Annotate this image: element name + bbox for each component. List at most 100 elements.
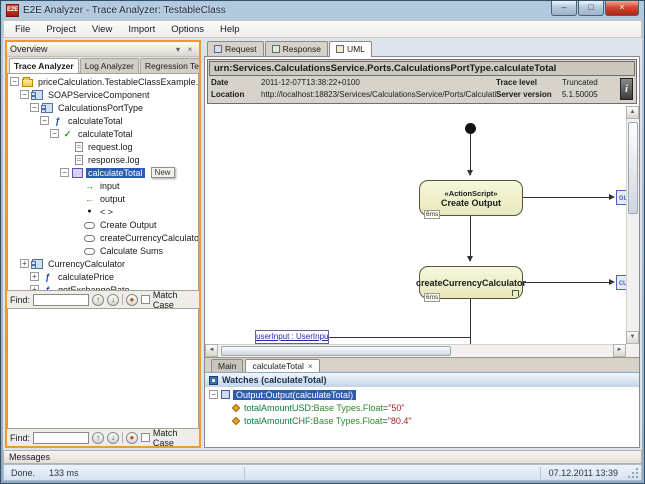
tree-item[interactable]: + CurrencyCalculator — [8, 257, 198, 270]
panel-menu-icon[interactable]: ▾ — [172, 45, 184, 54]
menu-import[interactable]: Import — [121, 23, 162, 36]
tree-item-label: output — [98, 194, 127, 204]
tree-item[interactable]: ← output — [8, 192, 198, 205]
tab-uml-label: UML — [347, 44, 365, 54]
menu-help[interactable]: Help — [213, 23, 247, 36]
status-time-text: 133 ms — [49, 468, 79, 478]
vertical-scrollbar[interactable]: ▲ ▼ — [626, 106, 639, 344]
scroll-down-icon[interactable]: ▼ — [626, 331, 639, 344]
tree-item[interactable]: − ✓ calculateTotal — [8, 127, 198, 140]
menu-options[interactable]: Options — [164, 23, 211, 36]
find-bar-bottom: Find: ↑ ↓ ● Match Case — [7, 429, 199, 446]
folder-icon — [22, 79, 33, 87]
tree-item-selected[interactable]: − calculateTotal New — [8, 166, 198, 179]
find-input[interactable] — [33, 294, 89, 306]
match-case-checkbox[interactable] — [141, 433, 150, 442]
find-next-button[interactable]: ↓ — [107, 432, 119, 444]
scroll-left-icon[interactable]: ◄ — [205, 344, 218, 357]
find-prev-button[interactable]: ↑ — [92, 432, 104, 444]
tree-item[interactable]: + ƒ calculatePrice — [8, 270, 198, 283]
tab-response[interactable]: Response — [265, 41, 328, 56]
tree-item[interactable]: Create Output — [8, 218, 198, 231]
tree-item-label: Calculate Sums — [98, 246, 165, 256]
highlight-all-button[interactable]: ● — [126, 294, 138, 306]
expander-icon[interactable]: − — [10, 77, 19, 86]
tree-item-label: input — [98, 181, 122, 191]
overview-secondary-area[interactable] — [7, 308, 199, 429]
close-tab-icon[interactable]: × — [308, 362, 313, 371]
scroll-right-icon[interactable]: ► — [613, 344, 626, 357]
expander-icon[interactable]: − — [60, 168, 69, 177]
output-arrow-icon: ← — [84, 194, 95, 204]
menu-project[interactable]: Project — [39, 23, 83, 36]
input-arrow-icon: → — [84, 181, 95, 191]
tab-regression-tests[interactable]: Regression Tests — [140, 58, 201, 73]
trace-tree[interactable]: − priceCalculation.TestableClassExample.… — [7, 73, 199, 291]
activity-node-create-output[interactable]: «ActionScript» Create Output 6ms — [419, 180, 523, 216]
tree-item[interactable]: − ƒ calculateTotal — [8, 114, 198, 127]
panel-close-icon[interactable]: × — [184, 45, 196, 54]
horizontal-scrollbar[interactable]: ◄ ► — [205, 344, 626, 357]
close-button[interactable]: × — [605, 1, 639, 16]
expander-icon[interactable]: + — [20, 259, 29, 268]
tree-item[interactable]: ● < > — [8, 205, 198, 218]
expander-icon[interactable]: + — [30, 272, 39, 281]
tree-item[interactable]: request.log — [8, 140, 198, 153]
initial-node-icon[interactable] — [465, 123, 476, 134]
tab-log-analyzer[interactable]: Log Analyzer — [80, 58, 139, 73]
tab-main-label: Main — [218, 361, 236, 371]
tree-item[interactable]: − priceCalculation.TestableClassExample.… — [8, 75, 198, 88]
expander-icon[interactable]: − — [20, 90, 29, 99]
match-case-label: Match Case — [153, 428, 196, 448]
statusbar: Done. 133 ms 07.12.2011 13:39 — [3, 464, 642, 481]
messages-bar[interactable]: Messages — [3, 450, 642, 464]
resize-grip[interactable] — [626, 466, 639, 479]
tree-item[interactable]: response.log — [8, 153, 198, 166]
watch-value: "80.4" — [388, 416, 412, 426]
watch-root-row[interactable]: − Output:Output(calculateTotal) — [205, 388, 639, 401]
watches-tree[interactable]: − Output:Output(calculateTotal) totalAmo… — [205, 387, 639, 447]
expander-icon[interactable]: − — [209, 390, 218, 399]
expander-icon[interactable]: − — [50, 129, 59, 138]
uml-operation-title: urn:Services.CalculationsService.Ports.C… — [209, 61, 635, 76]
subdiagram-icon[interactable] — [512, 290, 519, 296]
find-input-bottom[interactable] — [33, 432, 89, 444]
scroll-up-icon[interactable]: ▲ — [626, 106, 639, 119]
object-node-userinput[interactable]: userInput : UserInput — [255, 330, 329, 344]
watch-item-row[interactable]: totalAmountCHF : Base Types.Float = "80.… — [205, 414, 639, 427]
expander-icon[interactable]: − — [40, 116, 49, 125]
activity-label: createCurrencyCalculator — [416, 278, 526, 288]
tab-main-diagram[interactable]: Main — [211, 359, 243, 372]
menu-view[interactable]: View — [85, 23, 119, 36]
info-button[interactable]: i — [620, 78, 633, 100]
tab-trace-analyzer[interactable]: Trace Analyzer — [9, 58, 79, 73]
menu-file[interactable]: File — [8, 23, 37, 36]
tab-request[interactable]: Request — [207, 41, 264, 56]
overview-panel-header[interactable]: Overview ▾ × — [7, 42, 199, 57]
edge-line — [470, 216, 471, 261]
expander-icon[interactable]: − — [30, 103, 39, 112]
find-prev-button[interactable]: ↑ — [92, 294, 104, 306]
find-next-button[interactable]: ↓ — [107, 294, 119, 306]
tree-item[interactable]: − CalculationsPortType — [8, 101, 198, 114]
match-case-checkbox[interactable] — [141, 295, 150, 304]
diagram-tabbar: Main calculateTotal × — [205, 357, 639, 372]
tab-calculatetotal-diagram[interactable]: calculateTotal × — [245, 359, 319, 372]
highlight-all-button[interactable]: ● — [126, 432, 138, 444]
vertical-scroll-thumb[interactable] — [628, 122, 638, 214]
minimize-button[interactable]: – — [551, 1, 577, 16]
tree-item[interactable]: Calculate Sums — [8, 244, 198, 257]
watches-header[interactable]: Watches (calculateTotal) — [205, 372, 639, 387]
find-label: Find: — [10, 295, 30, 305]
tree-item[interactable]: createCurrencyCalculator — [8, 231, 198, 244]
tree-item[interactable]: − SOAPServiceComponent — [8, 88, 198, 101]
tab-uml[interactable]: UML — [329, 41, 372, 57]
duration-badge: 6ms — [424, 210, 440, 219]
horizontal-scroll-thumb[interactable] — [221, 346, 451, 356]
uml-diagram-canvas[interactable]: «ActionScript» Create Output 6ms out cre… — [205, 106, 639, 357]
watch-item-row[interactable]: totalAmountUSD : Base Types.Float = "50" — [205, 401, 639, 414]
maximize-button[interactable]: □ — [578, 1, 604, 16]
titlebar[interactable]: E2E E2E Analyzer - Trace Analyzer: Testa… — [1, 1, 644, 20]
activity-node-create-currency-calculator[interactable]: createCurrencyCalculator 6ms — [419, 266, 523, 299]
tree-item[interactable]: → input — [8, 179, 198, 192]
